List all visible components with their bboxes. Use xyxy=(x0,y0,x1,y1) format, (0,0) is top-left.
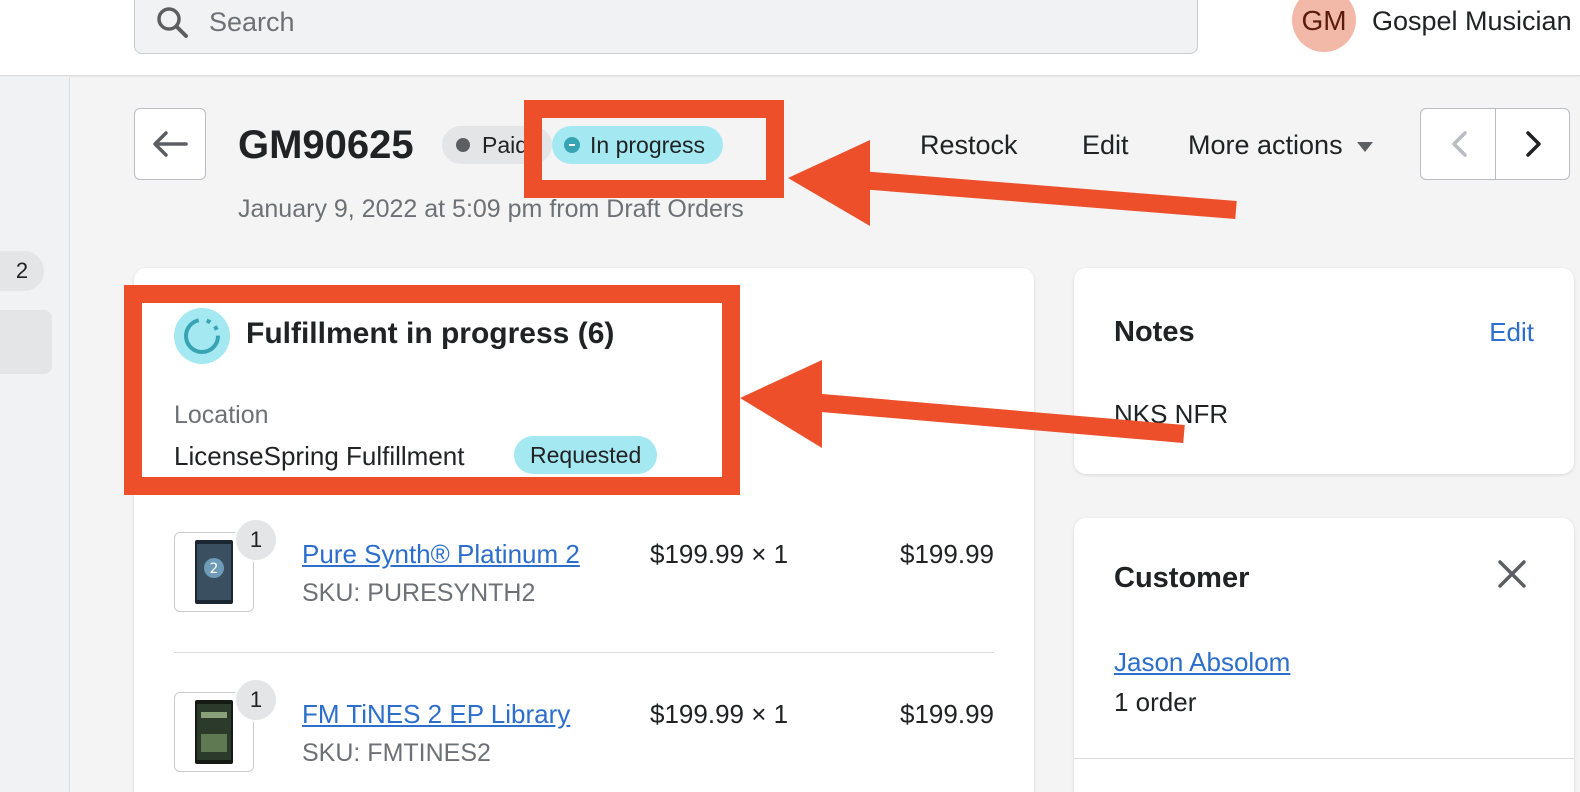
search-icon xyxy=(157,7,188,38)
notes-title: Notes xyxy=(1114,316,1195,348)
customer-order-count: 1 order xyxy=(1114,687,1197,717)
fulfillment-title: Fulfillment in progress (6) xyxy=(246,317,615,350)
fulfillment-progress-icon xyxy=(174,308,230,364)
line-item: 2 1 Pure Synth® Platinum 2 SKU: PURESYNT… xyxy=(174,518,994,642)
notes-edit-link[interactable]: Edit xyxy=(1489,316,1534,348)
next-order-button[interactable] xyxy=(1496,109,1571,179)
product-link[interactable]: Pure Synth® Platinum 2 xyxy=(302,538,580,570)
product-sku: SKU: PURESYNTH2 xyxy=(302,579,536,607)
search-input[interactable]: Search xyxy=(134,0,1198,54)
progress-dot-icon xyxy=(564,137,580,153)
chevron-left-icon xyxy=(1451,131,1467,157)
fulfillment-status-label: In progress xyxy=(590,132,706,158)
more-actions-label: More actions xyxy=(1188,130,1343,160)
quantity-badge: 1 xyxy=(234,518,278,562)
product-total: $199.99 xyxy=(900,699,994,729)
fulfillment-card: Fulfillment in progress (6) Location Lic… xyxy=(134,268,1034,792)
product-sku: SKU: FMTINES2 xyxy=(302,739,491,767)
item-divider xyxy=(174,652,994,653)
payment-status-label: Paid xyxy=(482,132,529,158)
customer-divider xyxy=(1074,758,1574,759)
close-icon[interactable] xyxy=(1494,556,1530,592)
page-title: GM90625 xyxy=(238,123,414,167)
more-actions-button[interactable]: More actions xyxy=(1188,128,1373,162)
edit-order-button[interactable]: Edit xyxy=(1082,128,1129,162)
avatar[interactable]: GM xyxy=(1292,0,1356,52)
product-box-image xyxy=(195,700,233,764)
customer-title: Customer xyxy=(1114,562,1250,594)
product-box-image: 2 xyxy=(195,540,233,604)
nav-item-selected[interactable] xyxy=(0,310,52,374)
caret-down-icon xyxy=(1356,141,1373,152)
notes-card: Notes Edit NKS NFR xyxy=(1074,268,1574,474)
order-subtitle: January 9, 2022 at 5:09 pm from Draft Or… xyxy=(238,195,744,223)
annotation-arrow-shaft xyxy=(859,171,1237,219)
product-unit-price: $199.99 × 1 xyxy=(650,699,789,729)
quantity-badge: 1 xyxy=(234,678,278,722)
arrow-left-icon xyxy=(153,131,188,157)
location-label: Location xyxy=(174,401,269,429)
payment-status-badge: Paid xyxy=(442,126,552,164)
store-name[interactable]: Gospel Musician xyxy=(1372,4,1572,38)
status-dot-icon xyxy=(456,138,470,152)
nav-count-badge[interactable]: 2 xyxy=(0,251,44,291)
product-total: $199.99 xyxy=(900,539,994,569)
chevron-right-icon xyxy=(1525,131,1541,157)
customer-card: Customer Jason Absolom 1 order xyxy=(1074,518,1574,792)
svg-text:2: 2 xyxy=(210,561,219,577)
notes-text: NKS NFR xyxy=(1114,399,1229,429)
left-nav: 2 xyxy=(0,77,70,792)
annotation-arrow-head xyxy=(788,140,870,226)
customer-name-link[interactable]: Jason Absolom xyxy=(1114,646,1290,678)
line-item: 1 FM TiNES 2 EP Library SKU: FMTINES2 $1… xyxy=(174,678,994,792)
search-placeholder: Search xyxy=(209,7,295,37)
location-status-badge: Requested xyxy=(514,436,658,474)
back-button[interactable] xyxy=(134,108,206,180)
restock-button[interactable]: Restock xyxy=(920,128,1018,162)
top-bar: Search GM Gospel Musician xyxy=(0,0,1580,76)
fulfillment-status-badge: In progress xyxy=(552,126,724,164)
product-unit-price: $199.99 × 1 xyxy=(650,539,789,569)
location-value: LicenseSpring Fulfillment xyxy=(174,441,465,471)
order-pager xyxy=(1420,108,1570,180)
previous-order-button[interactable] xyxy=(1421,109,1496,179)
product-link[interactable]: FM TiNES 2 EP Library xyxy=(302,698,570,730)
